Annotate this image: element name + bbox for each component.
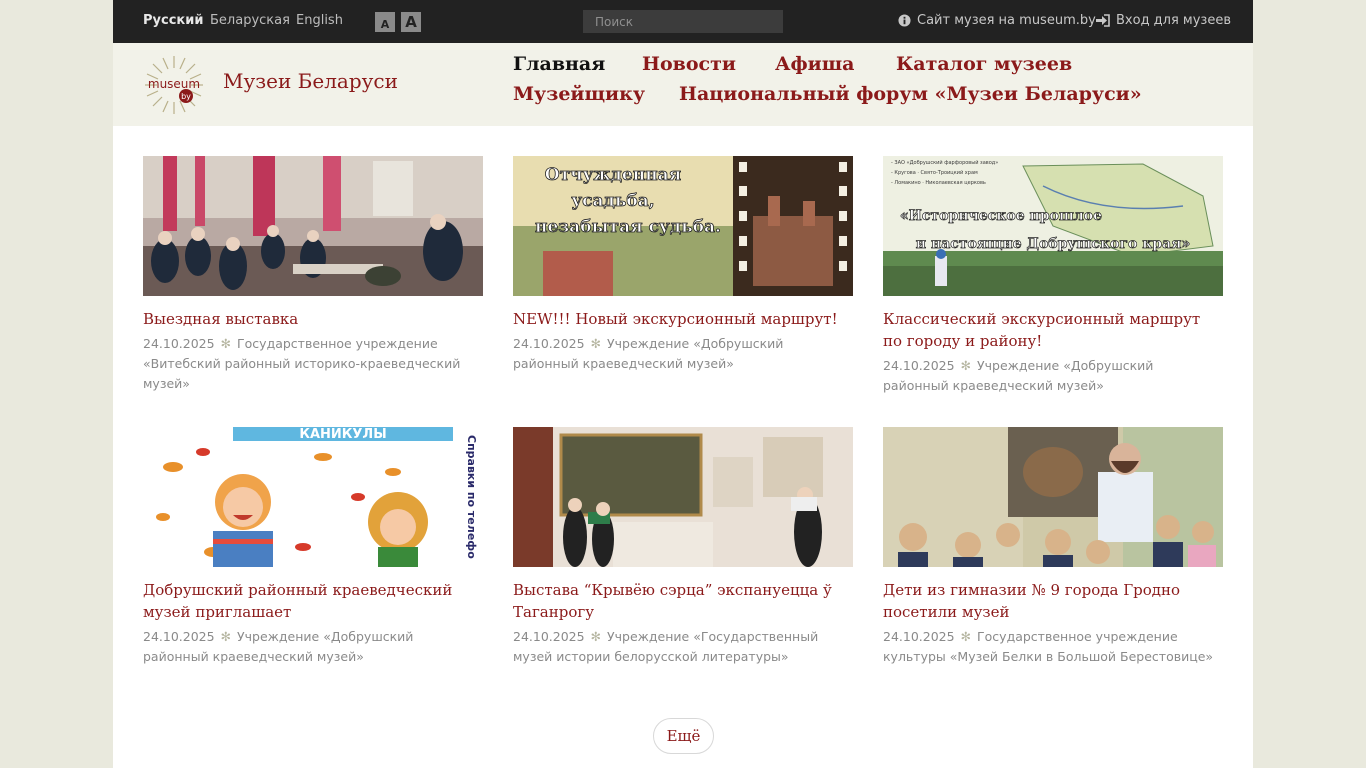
poster-headline: КАНИКУЛЫ: [299, 427, 386, 442]
login-link-label: Вход для музеев: [1116, 13, 1232, 28]
nav-item-events[interactable]: Афиша: [775, 53, 854, 75]
poster-side-text: Справки по телефо: [465, 435, 478, 559]
news-meta: 24.10.2025 ✻ Учреждение «Добрушский райо…: [513, 334, 853, 374]
nav-item-catalog[interactable]: Каталог музеев: [896, 53, 1072, 75]
login-link[interactable]: Вход для музеев: [1095, 13, 1231, 28]
banner-line-1: Отчужденная: [545, 165, 681, 185]
news-card: Выстава “Крывёю сэрца” экспануецца ў Таг…: [513, 427, 853, 667]
news-image-exhibition[interactable]: [513, 427, 853, 567]
news-title[interactable]: Выстава “Крывёю сэрца” экспануецца ў Таг…: [513, 579, 853, 623]
site-header: museum by Музеи Беларуси Главная Новости…: [113, 43, 1253, 126]
search-input[interactable]: [583, 10, 783, 33]
lang-russian[interactable]: Русский: [143, 13, 203, 28]
news-title[interactable]: NEW!!! Новый экскурсионный маршрут!: [513, 308, 853, 330]
news-date: 24.10.2025: [143, 336, 215, 351]
svg-text:- ЗАО «Добрушский фарфоровый з: - ЗАО «Добрушский фарфоровый завод»: [891, 159, 998, 166]
info-icon: [898, 14, 911, 27]
museum-site-link[interactable]: Сайт музея на museum.by: [898, 13, 1096, 28]
svg-text:- Ломакино · Николаевская церк: - Ломакино · Николаевская церковь: [891, 180, 986, 186]
news-card: КАНИКУЛЫ Справки по телефо Добрушский ра…: [143, 427, 483, 667]
news-title[interactable]: Добрушский районный краеведческий музей …: [143, 579, 483, 623]
separator-icon: ✻: [220, 629, 232, 644]
sign-in-icon: [1096, 14, 1110, 27]
museum-site-link-label: Сайт музея на museum.by: [917, 13, 1096, 28]
top-bar: Русский Беларуская English A A Сайт музе…: [113, 0, 1253, 43]
separator-icon: ✻: [590, 629, 602, 644]
font-increase-label: A: [405, 13, 417, 31]
news-image-map[interactable]: - ЗАО «Добрушский фарфоровый завод» - Кру…: [883, 156, 1223, 296]
font-decrease-button[interactable]: A: [375, 12, 395, 32]
load-more-button[interactable]: Ещё: [653, 718, 714, 754]
news-meta: 24.10.2025 ✻ Учреждение «Государственный…: [513, 627, 853, 667]
logo-text: museum: [148, 77, 200, 91]
nav-item-news[interactable]: Новости: [642, 53, 736, 75]
news-date: 24.10.2025: [883, 358, 955, 373]
news-card: Дети из гимназии № 9 города Гродно посет…: [883, 427, 1223, 667]
news-date: 24.10.2025: [513, 629, 585, 644]
news-meta: 24.10.2025 ✻ Учреждение «Добрушский райо…: [143, 627, 483, 667]
news-image-children-visit[interactable]: [883, 427, 1223, 567]
lang-english[interactable]: English: [296, 13, 343, 28]
svg-text:- Кругова · Свято-Троицкий хра: - Кругова · Свято-Троицкий храм: [891, 169, 978, 176]
news-meta: 24.10.2025 ✻ Учреждение «Добрушский райо…: [883, 356, 1223, 396]
font-increase-button[interactable]: A: [401, 12, 421, 32]
news-title[interactable]: Выездная выставка: [143, 308, 483, 330]
font-decrease-label: A: [380, 18, 390, 31]
site-title[interactable]: Музеи Беларуси: [223, 69, 398, 93]
news-image-estate[interactable]: Отчужденная усадьба, незабытая судьба.: [513, 156, 853, 296]
museum-logo[interactable]: museum by: [141, 52, 207, 118]
page-container: Русский Беларуская English A A Сайт музе…: [113, 0, 1253, 768]
news-date: 24.10.2025: [513, 336, 585, 351]
separator-icon: ✻: [590, 336, 602, 351]
logo-badge: by: [181, 92, 191, 101]
news-image-holiday-poster[interactable]: КАНИКУЛЫ Справки по телефо: [143, 427, 483, 567]
nav-item-home[interactable]: Главная: [513, 53, 605, 75]
news-card: Выездная выставка 24.10.2025 ✻ Государст…: [143, 156, 483, 394]
news-date: 24.10.2025: [143, 629, 215, 644]
news-card: - ЗАО «Добрушский фарфоровый завод» - Кру…: [883, 156, 1223, 396]
nav-item-national-forum[interactable]: Национальный форум «Музеи Беларуси»: [679, 83, 1142, 105]
separator-icon: ✻: [960, 629, 972, 644]
banner-line-3: незабытая судьба.: [535, 217, 721, 237]
banner-line-2: усадьба,: [571, 191, 654, 211]
lang-belarusian[interactable]: Беларуская: [210, 13, 290, 28]
news-image-classroom[interactable]: [143, 156, 483, 296]
banner-line-2: и настоящие Добрушского края»: [916, 236, 1191, 252]
nav-item-for-museum-staff[interactable]: Музейщику: [513, 83, 645, 105]
separator-icon: ✻: [960, 358, 972, 373]
news-card: Отчужденная усадьба, незабытая судьба. N…: [513, 156, 853, 374]
banner-line-1: «Историческое прошлое: [900, 208, 1102, 224]
news-title[interactable]: Классический экскурсионный маршрут по го…: [883, 308, 1223, 352]
news-title[interactable]: Дети из гимназии № 9 города Гродно посет…: [883, 579, 1223, 623]
separator-icon: ✻: [220, 336, 232, 351]
news-meta: 24.10.2025 ✻ Государственное учреждение …: [883, 627, 1223, 667]
news-meta: 24.10.2025 ✻ Государственное учреждение …: [143, 334, 483, 394]
news-date: 24.10.2025: [883, 629, 955, 644]
